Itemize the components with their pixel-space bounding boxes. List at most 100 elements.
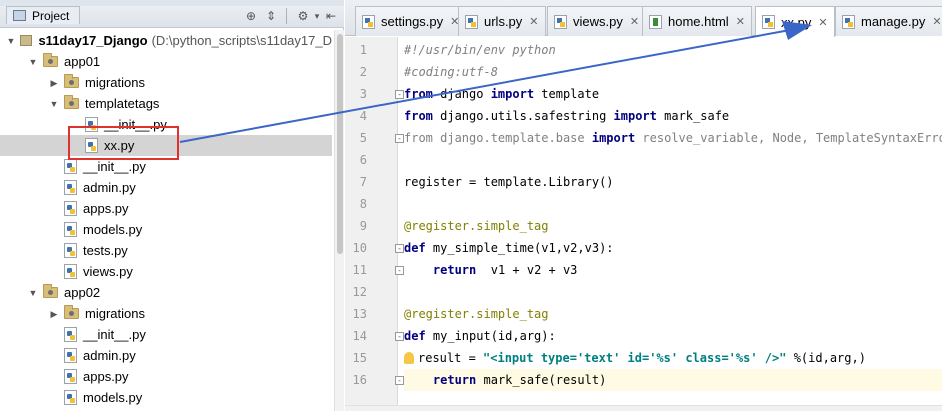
code-line[interactable]: return v1 + v2 + v3	[404, 259, 942, 281]
fold-marker-icon[interactable]: -	[395, 266, 404, 275]
tree-item-label: migrations	[85, 306, 145, 321]
code-line[interactable]: #!/usr/bin/env python	[404, 39, 942, 61]
project-tree[interactable]: ▼ s11day17_Django (D:\python_scripts\s11da…	[0, 30, 332, 411]
tree-file-item[interactable]: admin.py	[0, 345, 332, 366]
expand-arrow-right-icon[interactable]: ▶	[48, 77, 60, 89]
line-number: 3	[359, 87, 367, 101]
code-token: import	[613, 109, 657, 123]
package-folder-icon	[64, 305, 79, 319]
code-line[interactable]: return mark_safe(result)	[404, 369, 942, 391]
code-line[interactable]: @register.simple_tag	[404, 303, 942, 325]
code-token: %(id,arg,)	[786, 351, 866, 365]
tree-folder-item[interactable]: ▼ app01	[0, 51, 332, 72]
tree-item-label: templatetags	[85, 96, 160, 111]
expand-arrow-right-icon[interactable]: ▶	[48, 308, 60, 320]
code-token: from	[404, 87, 433, 101]
editor-tab-settings-py[interactable]: settings.py ✕	[355, 6, 467, 36]
collapse-all-icon[interactable]: ⇕	[264, 9, 278, 23]
code-view[interactable]: #!/usr/bin/env python #coding:utf-8 from d…	[404, 37, 942, 411]
code-line[interactable]: @register.simple_tag	[404, 215, 942, 237]
editor-tab-manage-py[interactable]: manage.py ✕	[835, 6, 942, 36]
editor-tab-label: manage.py	[861, 14, 926, 29]
tree-folder-item[interactable]: ▶ migrations	[0, 72, 332, 93]
tree-file-item[interactable]: __init__.py	[0, 324, 332, 345]
code-line[interactable]	[404, 281, 942, 303]
line-number: 11	[352, 263, 367, 277]
expand-arrow-down-icon[interactable]: ▼	[27, 56, 39, 68]
close-tab-icon[interactable]: ✕	[630, 15, 639, 28]
close-tab-icon[interactable]: ✕	[529, 15, 538, 28]
code-line[interactable]	[404, 149, 942, 171]
editor-tab-xx-py[interactable]: xx.py ✕	[755, 6, 835, 37]
tree-folder-item[interactable]: ▶ migrations	[0, 303, 332, 324]
tree-file-item[interactable]: tests.py	[0, 240, 332, 261]
code-line[interactable]: register = template.Library()	[404, 171, 942, 193]
close-tab-icon[interactable]: ✕	[736, 15, 745, 28]
settings-gear-icon[interactable]: ⚙	[296, 9, 310, 23]
code-token: from django.template.base	[404, 131, 592, 145]
project-icon	[13, 10, 26, 21]
fold-marker-icon[interactable]: -	[395, 376, 404, 385]
tree-file-item[interactable]: views.py	[0, 261, 332, 282]
tree-item-label: models.py	[83, 222, 143, 237]
code-token: result =	[418, 351, 484, 365]
editor-tab-urls-py[interactable]: urls.py ✕	[458, 6, 546, 36]
code-token: def	[404, 241, 426, 255]
code-line[interactable]: result = "<input type='text' id='%s' cla…	[404, 347, 942, 369]
python-file-icon	[64, 243, 77, 258]
code-token: my_simple_time(v1,v2,v3):	[425, 241, 614, 255]
close-tab-icon[interactable]: ✕	[818, 16, 827, 29]
tree-file-item[interactable]: models.py	[0, 219, 332, 240]
line-number: 1	[359, 43, 367, 57]
project-view-tab[interactable]: Project	[6, 6, 81, 24]
tree-file-item[interactable]: models.py	[0, 387, 332, 408]
project-tree-scrollbar[interactable]	[334, 30, 344, 411]
line-number: 6	[359, 153, 367, 167]
fold-marker-icon[interactable]: -	[395, 244, 404, 253]
tree-item-label: apps.py	[83, 369, 129, 384]
intention-bulb-icon[interactable]	[404, 352, 414, 364]
code-line[interactable]: def my_simple_time(v1,v2,v3):	[404, 237, 942, 259]
code-line[interactable]	[404, 193, 942, 215]
python-file-icon	[64, 327, 77, 342]
sync-icon[interactable]: ⊕	[244, 9, 258, 23]
expand-arrow-down-icon[interactable]: ▼	[48, 98, 60, 110]
expand-arrow-down-icon[interactable]: ▼	[27, 287, 39, 299]
fold-marker-icon[interactable]: -	[395, 134, 404, 143]
code-line[interactable]: #coding:utf-8	[404, 61, 942, 83]
tree-file-item[interactable]: admin.py	[0, 177, 332, 198]
tree-item-label: __init__.py	[83, 327, 146, 342]
package-folder-icon	[64, 74, 79, 88]
code-token: from	[404, 109, 433, 123]
tree-folder-item[interactable]: ▼ templatetags	[0, 93, 332, 114]
scrollbar-thumb[interactable]	[337, 34, 343, 254]
tree-folder-item[interactable]: ▼ app02	[0, 282, 332, 303]
editor-tab-bar: settings.py ✕ urls.py ✕ views.py ✕ home.html ✕ x…	[345, 0, 942, 37]
editor-tab-views-py[interactable]: views.py ✕	[547, 6, 647, 36]
project-tool-window: Project ⊕ ⇕ ⚙ ▾ ⇤ ▼ s11day17_Django (D:\py…	[0, 0, 344, 411]
code-token: template	[534, 87, 600, 101]
expand-arrow-down-icon[interactable]: ▼	[6, 35, 16, 47]
annotation-highlight-box	[68, 126, 179, 160]
line-number: 15	[352, 351, 367, 365]
line-number: 4	[359, 109, 367, 123]
tree-folder-item[interactable]: ▼ s11day17_Django (D:\python_scripts\s11da…	[0, 30, 332, 51]
tree-file-item[interactable]: apps.py	[0, 198, 332, 219]
code-line[interactable]: from django import template	[404, 83, 942, 105]
code-line[interactable]: from django.template.base import resolve…	[404, 127, 942, 149]
fold-marker-icon[interactable]: -	[395, 90, 404, 99]
code-token: import	[490, 87, 535, 101]
fold-marker-icon[interactable]: -	[395, 332, 404, 341]
close-tab-icon[interactable]: ✕	[932, 15, 941, 28]
code-line[interactable]: def my_input(id,arg):	[404, 325, 942, 347]
editor-horizontal-scrollbar[interactable]	[345, 405, 942, 411]
tree-item-label: app01	[64, 54, 101, 69]
editor-tab-home-html[interactable]: home.html ✕	[642, 6, 752, 36]
code-line[interactable]: from django.utils.safestring import mark…	[404, 105, 942, 127]
tree-file-item[interactable]: apps.py	[0, 366, 332, 387]
chevron-down-icon[interactable]: ▾	[310, 9, 324, 23]
hide-pane-icon[interactable]: ⇤	[324, 9, 338, 23]
